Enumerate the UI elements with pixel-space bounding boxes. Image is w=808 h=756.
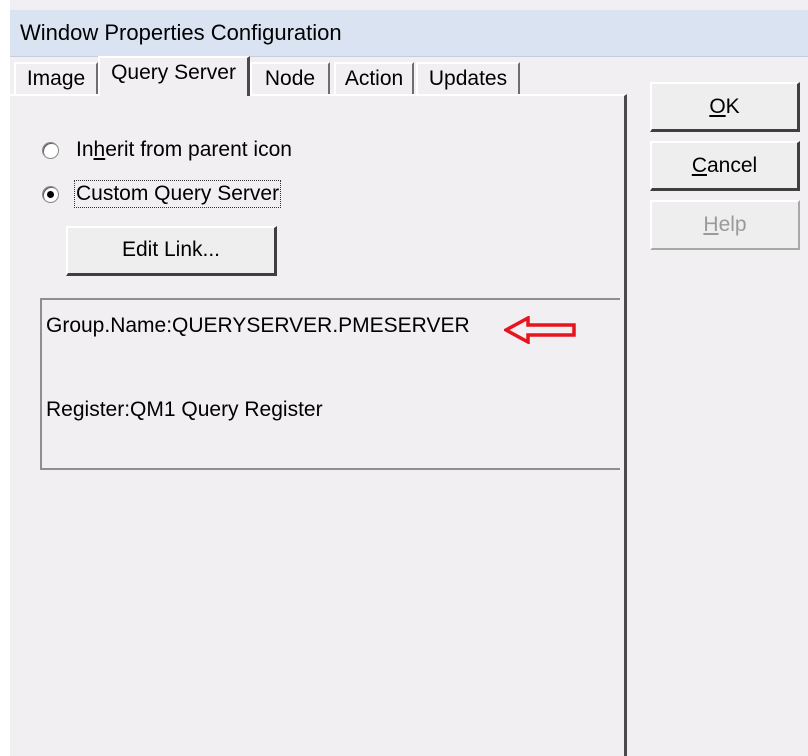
- tab-node[interactable]: Node: [250, 62, 330, 94]
- tab-query-server-label: Query Server: [111, 61, 236, 84]
- tab-node-label: Node: [264, 67, 316, 90]
- window-properties-dialog: Window Properties Configuration Image Qu…: [0, 0, 808, 756]
- tab-action[interactable]: Action: [334, 62, 414, 94]
- tab-updates[interactable]: Updates: [416, 62, 520, 94]
- tab-image[interactable]: Image: [14, 62, 98, 94]
- radio-custom-query-server[interactable]: Custom Query Server: [42, 180, 282, 208]
- link-info-box: Group.Name:QUERYSERVER.PMESERVER Registe…: [40, 298, 620, 470]
- ok-button[interactable]: OK: [650, 82, 800, 132]
- tab-action-label: Action: [344, 67, 404, 90]
- tab-query-server[interactable]: Query Server: [98, 56, 250, 96]
- help-button[interactable]: Help: [650, 200, 800, 250]
- cancel-button[interactable]: Cancel: [650, 141, 800, 191]
- window-title: Window Properties Configuration: [20, 20, 342, 45]
- radio-inherit-parent[interactable]: Inherit from parent icon: [42, 136, 292, 164]
- tab-updates-label: Updates: [428, 67, 508, 90]
- radio-custom-label: Custom Query Server: [73, 180, 282, 208]
- radio-inherit-indicator[interactable]: [42, 141, 59, 159]
- tab-image-label: Image: [26, 67, 86, 90]
- radio-inherit-label: Inherit from parent icon: [76, 138, 292, 161]
- red-arrow-annotation-icon: [504, 316, 576, 344]
- title-bar[interactable]: Window Properties Configuration: [10, 10, 808, 57]
- group-name-text: Group.Name:QUERYSERVER.PMESERVER: [46, 314, 470, 337]
- left-edge: [0, 0, 10, 756]
- edit-link-button[interactable]: Edit Link...: [66, 226, 277, 276]
- register-text: Register:QM1 Query Register: [46, 398, 323, 421]
- radio-custom-indicator[interactable]: [42, 185, 59, 203]
